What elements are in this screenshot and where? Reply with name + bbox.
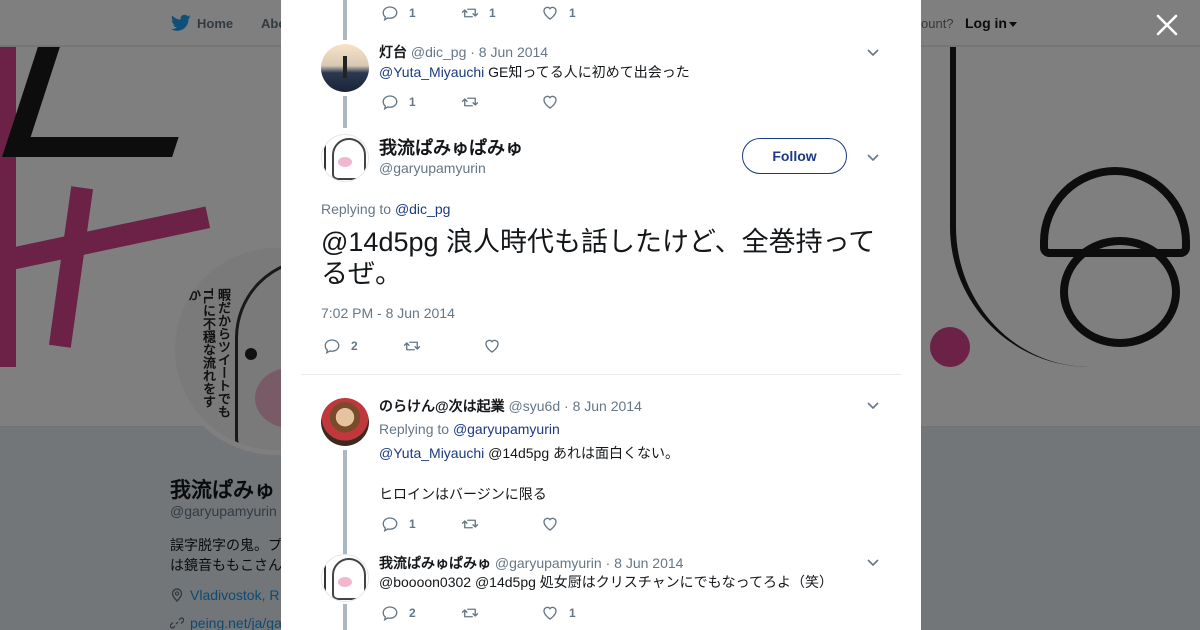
tweet-text: @boooon0302 @14d5pg 処女厨はクリスチャンにでもなってろよ（笑… xyxy=(379,574,833,590)
tweet-actions: 1 xyxy=(381,92,681,112)
author-name: のらけん@次は起業 xyxy=(379,398,505,414)
like-icon xyxy=(543,95,557,109)
reply-count: 2 xyxy=(351,339,358,353)
retweet-button[interactable] xyxy=(461,603,479,623)
tweet-body: @14d5pg あれは面白くない。 xyxy=(484,445,679,461)
reply-count: 2 xyxy=(409,606,416,620)
reply-button[interactable]: 2 xyxy=(381,603,416,623)
retweet-button[interactable] xyxy=(461,92,479,112)
reply-button[interactable]: 1 xyxy=(381,3,416,23)
reply-icon xyxy=(324,339,340,355)
chevron-down-icon[interactable] xyxy=(866,150,880,164)
like-button[interactable]: 1 xyxy=(541,603,576,623)
like-count: 1 xyxy=(569,606,576,620)
main-author-name[interactable]: 我流ぱみゅぱみゅ xyxy=(379,134,523,160)
tweet-text: @Yuta_Miyauchi @14d5pg あれは面白くない。 xyxy=(379,443,679,463)
author-handle: @dic_pg xyxy=(410,44,467,60)
tweet-date[interactable]: · 8 Jun 2014 xyxy=(564,398,642,414)
reply-button[interactable]: 2 xyxy=(323,336,358,356)
chevron-down-icon[interactable] xyxy=(866,555,880,569)
tweet-date[interactable]: · 8 Jun 2014 xyxy=(470,44,548,60)
replying-prefix: Replying to xyxy=(379,421,453,437)
like-icon xyxy=(543,517,557,531)
reply-button[interactable]: 1 xyxy=(381,92,416,112)
tweet-author[interactable]: のらけん@次は起業 @syu6d · 8 Jun 2014 xyxy=(379,396,642,416)
reply-count: 1 xyxy=(409,517,416,531)
tweet-body: GE知ってる人に初めて出会った xyxy=(484,64,690,80)
tweet-author[interactable]: 灯台 @dic_pg · 8 Jun 2014 xyxy=(379,42,548,62)
reply-button[interactable]: 1 xyxy=(381,514,416,534)
author-handle: @garyupamyurin xyxy=(494,555,602,571)
retweet-count: 1 xyxy=(489,6,496,20)
chevron-down-icon[interactable] xyxy=(866,45,880,59)
main-tweet-text: @14d5pg 浪人時代も話したけど、全巻持ってるぜ。 xyxy=(321,227,876,289)
replying-to-link[interactable]: @dic_pg xyxy=(395,201,450,217)
tweet-date[interactable]: · 8 Jun 2014 xyxy=(606,555,684,571)
tweet-modal: 1 1 1 灯台 @dic_pg · 8 Jun 2014 @Yuta_Miya… xyxy=(281,0,921,630)
chevron-down-icon[interactable] xyxy=(866,398,880,412)
retweet-icon xyxy=(461,608,479,618)
like-button[interactable] xyxy=(541,92,559,112)
like-button[interactable]: 1 xyxy=(541,3,576,23)
reply-count: 1 xyxy=(409,95,416,109)
like-count: 1 xyxy=(569,6,576,20)
retweet-button[interactable]: 1 xyxy=(461,3,496,23)
like-icon xyxy=(543,606,557,620)
retweet-icon xyxy=(461,8,479,18)
reply-icon xyxy=(382,95,398,111)
retweet-icon xyxy=(461,97,479,107)
retweet-icon xyxy=(461,519,479,529)
replying-to: Replying to @dic_pg xyxy=(321,201,450,217)
reply-icon xyxy=(382,517,398,533)
replying-to-link[interactable]: @garyupamyurin xyxy=(453,421,560,437)
thread-line xyxy=(343,450,347,554)
reply-icon xyxy=(382,606,398,622)
thread-line xyxy=(343,604,347,630)
tweet-actions: 2 xyxy=(323,336,623,356)
retweet-icon xyxy=(403,341,421,351)
like-icon xyxy=(485,339,499,353)
tweet-author[interactable]: 我流ぱみゅぱみゅ @garyupamyurin · 8 Jun 2014 xyxy=(379,553,683,573)
main-author-handle[interactable]: @garyupamyurin xyxy=(379,160,486,176)
avatar[interactable] xyxy=(321,398,369,446)
avatar-hair xyxy=(332,138,366,180)
thread-line xyxy=(343,0,347,40)
reply-icon xyxy=(382,6,398,22)
author-handle: @syu6d xyxy=(508,398,561,414)
avatar[interactable] xyxy=(321,554,369,602)
retweet-button[interactable] xyxy=(461,514,479,534)
tweet-actions: 1 1 1 xyxy=(381,3,681,23)
mention-link[interactable]: @Yuta_Miyauchi xyxy=(379,64,484,80)
thread-line xyxy=(343,96,347,128)
author-name: 灯台 xyxy=(379,44,407,60)
avatar[interactable] xyxy=(321,134,369,182)
avatar[interactable] xyxy=(321,44,369,92)
replying-prefix: Replying to xyxy=(321,201,395,217)
replying-to: Replying to @garyupamyurin xyxy=(379,421,560,437)
tweet-text-line-2: ヒロインはバージンに限る xyxy=(379,486,547,502)
follow-button[interactable]: Follow xyxy=(742,138,847,174)
author-name: 我流ぱみゅぱみゅ xyxy=(379,555,491,571)
like-button[interactable] xyxy=(541,514,559,534)
tweet-text: @Yuta_Miyauchi GE知ってる人に初めて出会った xyxy=(379,62,690,82)
retweet-button[interactable] xyxy=(403,336,421,356)
like-button[interactable] xyxy=(483,336,501,356)
like-icon xyxy=(543,6,557,20)
mention-link[interactable]: @Yuta_Miyauchi xyxy=(379,445,484,461)
tweet-actions: 2 1 xyxy=(381,603,681,623)
main-tweet-timestamp[interactable]: 7:02 PM - 8 Jun 2014 xyxy=(321,305,455,321)
divider xyxy=(301,374,901,375)
tweet-actions: 1 xyxy=(381,514,681,534)
reply-count: 1 xyxy=(409,6,416,20)
close-icon[interactable] xyxy=(1154,12,1180,38)
avatar-hair xyxy=(332,558,366,600)
